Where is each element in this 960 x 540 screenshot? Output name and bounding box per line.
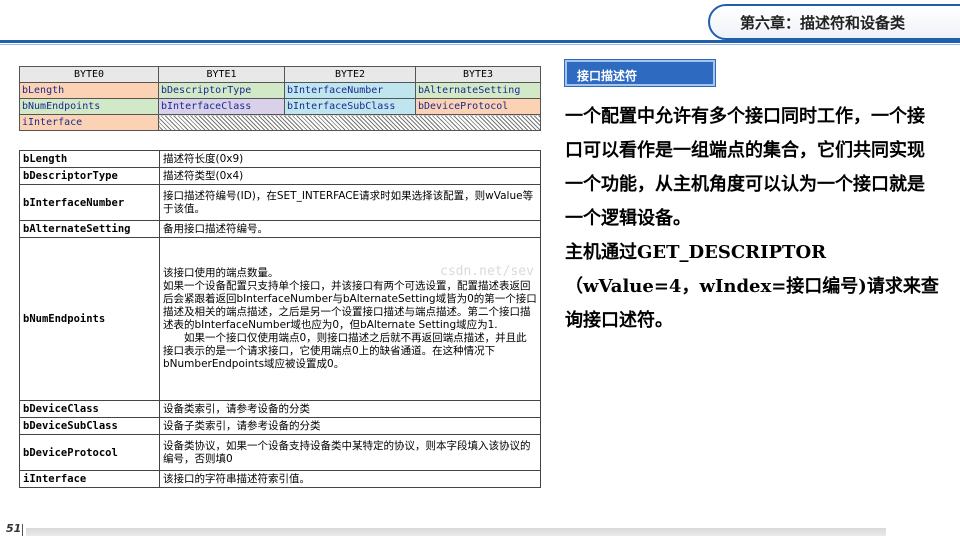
byte-cell: iInterface	[19, 114, 159, 131]
field-name: bDeviceProtocol	[19, 434, 160, 471]
watermark: csdn.net/sev	[440, 264, 534, 279]
explanation-paragraph: 一个配置中允许有多个接口同时工作，一个接口可以看作是一组端点的集合，它们共同实现…	[565, 106, 925, 229]
field-name: bLength	[19, 150, 160, 168]
byte-row: iInterface	[19, 114, 541, 131]
footer-bar	[26, 528, 886, 536]
field-name: bInterfaceNumber	[19, 184, 160, 221]
header-divider-thin	[0, 44, 960, 45]
chapter-title: 第六章：描述符和设备类	[740, 14, 906, 32]
field-name: bDescriptorType	[19, 167, 160, 185]
chapter-banner: 第六章：描述符和设备类	[708, 4, 960, 40]
field-desc-multi: 该接口使用的端点数量。 如果一个设备配置只支持单个接口，并该接口有两个可选设置，…	[159, 237, 541, 401]
byte-cell: bDeviceProtocol	[415, 98, 541, 115]
byte-cell: bInterfaceSubClass	[284, 98, 416, 115]
reserved-hatch-cell	[158, 114, 541, 131]
field-name: bNumEndpoints	[19, 237, 160, 401]
interface-descriptor-label: 接口描述符	[577, 69, 638, 83]
byte-cell: bNumEndpoints	[19, 98, 159, 115]
footer-tick	[22, 524, 23, 536]
field-row: bAlternateSetting 备用接口描述符编号。	[19, 220, 541, 238]
field-name: bDeviceSubClass	[19, 417, 160, 435]
field-desc: 设备子类索引，请参考设备的分类	[159, 417, 541, 435]
byte-cell: bInterfaceNumber	[284, 82, 416, 99]
byte-cell: bLength	[19, 82, 159, 99]
byte-header: BYTE1	[158, 66, 285, 83]
field-desc: 该接口的字符串描述符索引值。	[159, 470, 541, 488]
field-description-table: bLength 描述符长度(0x9) bDescriptorType 描述符类型…	[19, 150, 541, 488]
field-desc: 描述符长度(0x9)	[159, 150, 541, 168]
field-desc: 接口描述符编号(ID)，在SET_INTERFACE请求时如果选择该配置，则wV…	[159, 184, 541, 221]
field-name: bAlternateSetting	[19, 220, 160, 238]
byte-header: BYTE3	[415, 66, 541, 83]
field-row: bLength 描述符长度(0x9)	[19, 150, 541, 168]
field-row: bInterfaceNumber 接口描述符编号(ID)，在SET_INTERF…	[19, 184, 541, 221]
field-desc-line: 如果一个设备配置只支持单个接口，并该接口有两个可选设置，配置描述表返回后会紧跟着…	[163, 280, 537, 331]
header-divider	[0, 40, 960, 43]
byte-cell: bAlternateSetting	[415, 82, 541, 99]
byte-cell: bDescriptorType	[158, 82, 285, 99]
byte-row: bLength bDescriptorType bInterfaceNumber…	[19, 82, 541, 99]
byte-cell: bInterfaceClass	[158, 98, 285, 115]
byte-header-row: BYTE0 BYTE1 BYTE2 BYTE3	[19, 66, 541, 83]
field-row: iInterface 该接口的字符串描述符索引值。	[19, 470, 541, 488]
field-row: bDeviceClass 设备类索引，请参考设备的分类	[19, 400, 541, 418]
explanation-text: 一个配置中允许有多个接口同时工作，一个接口可以看作是一组端点的集合，它们共同实现…	[565, 100, 940, 338]
interface-descriptor-label-box: 接口描述符	[564, 59, 716, 87]
byte-row: bNumEndpoints bInterfaceClass bInterface…	[19, 98, 541, 115]
field-row: bDeviceProtocol 设备类协议，如果一个设备支持设备类中某特定的协议…	[19, 434, 541, 471]
field-desc: 设备类协议，如果一个设备支持设备类中某特定的协议，则本字段填入该协议的编号，否则…	[159, 434, 541, 471]
byte-header: BYTE2	[284, 66, 416, 83]
page-number: 51	[6, 522, 22, 535]
field-row: bDeviceSubClass 设备子类索引，请参考设备的分类	[19, 417, 541, 435]
field-desc: 描述符类型(0x4)	[159, 167, 541, 185]
field-desc-line: 如果一个接口仅使用端点0，则接口描述之后就不再返回端点描述，并且此接口表示的是一…	[163, 332, 527, 370]
field-row: bDescriptorType 描述符类型(0x4)	[19, 167, 541, 185]
byte-layout-table: BYTE0 BYTE1 BYTE2 BYTE3 bLength bDescrip…	[19, 66, 541, 131]
field-desc: 设备类索引，请参考设备的分类	[159, 400, 541, 418]
field-desc: 备用接口描述符编号。	[159, 220, 541, 238]
explanation-paragraph: 主机通过GET_DESCRIPTOR（wValue=4，wIndex=接口编号)…	[565, 242, 939, 331]
byte-header: BYTE0	[19, 66, 159, 83]
field-name: bDeviceClass	[19, 400, 160, 418]
field-row: bNumEndpoints 该接口使用的端点数量。 如果一个设备配置只支持单个接…	[19, 237, 541, 401]
field-name: iInterface	[19, 470, 160, 488]
